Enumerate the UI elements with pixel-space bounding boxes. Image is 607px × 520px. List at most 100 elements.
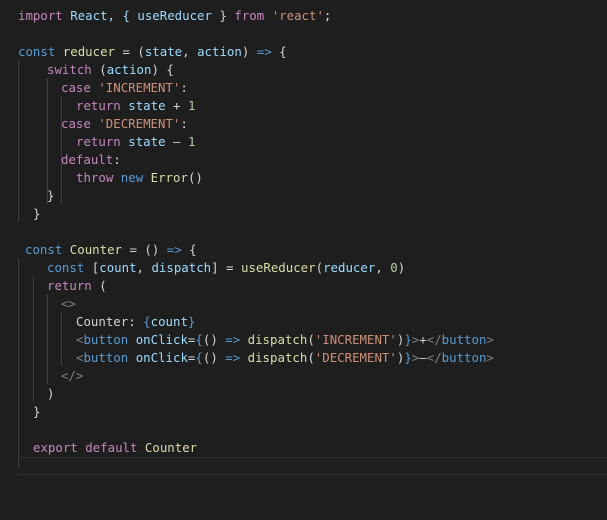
- code-line[interactable]: import React, { useReducer } from 'react…: [18, 7, 331, 25]
- code-token: ): [241, 44, 257, 59]
- code-token: export: [33, 440, 78, 455]
- code-token: }: [404, 332, 412, 347]
- code-line[interactable]: </>: [61, 367, 83, 385]
- code-token: button: [441, 350, 487, 365]
- code-token: 0: [390, 260, 398, 275]
- code-line[interactable]: const Counter = () => {: [25, 241, 197, 259]
- code-token: (: [91, 278, 107, 293]
- code-token: ): [47, 386, 55, 401]
- code-line[interactable]: return (: [47, 277, 107, 295]
- indent-guide: [18, 258, 19, 468]
- code-token: (): [187, 170, 203, 185]
- code-token: Counter: [144, 440, 198, 455]
- code-token: :: [180, 80, 188, 95]
- code-token: >: [486, 350, 494, 365]
- code-token: button: [83, 350, 129, 365]
- code-token: from: [234, 8, 265, 23]
- code-token: button: [83, 332, 129, 347]
- code-line[interactable]: ): [47, 385, 54, 403]
- code-line[interactable]: }: [47, 187, 54, 205]
- code-token: return: [76, 134, 121, 149]
- code-token: import: [18, 8, 63, 23]
- code-token: state: [128, 98, 166, 113]
- code-token: –: [165, 134, 188, 149]
- code-token: React, {: [62, 8, 138, 23]
- code-token: dispatch: [247, 350, 308, 365]
- code-token: ,: [375, 260, 391, 275]
- code-token: –: [419, 350, 427, 365]
- code-token: throw: [76, 170, 114, 185]
- indent-guide: [18, 60, 19, 222]
- code-token: 1: [187, 98, 196, 113]
- code-line[interactable]: <button onClick={() => dispatch('DECREME…: [76, 349, 494, 367]
- code-line[interactable]: case 'DECREMENT':: [61, 115, 188, 133]
- code-token: count: [150, 314, 188, 329]
- code-token: >: [486, 332, 494, 347]
- code-token: [: [84, 260, 100, 275]
- code-line[interactable]: default:: [61, 151, 121, 169]
- code-line[interactable]: switch (action) {: [47, 61, 174, 79]
- code-token: ): [397, 260, 406, 275]
- code-line[interactable]: const reducer = (state, action) => {: [18, 43, 287, 61]
- code-token: ) {: [151, 62, 174, 77]
- code-token: return: [76, 98, 121, 113]
- code-token: ,: [136, 260, 152, 275]
- code-line[interactable]: <button onClick={() => dispatch('INCREME…: [76, 331, 494, 349]
- code-token: useReducer: [137, 8, 212, 23]
- code-token: {: [181, 242, 197, 257]
- code-token: const: [25, 242, 63, 257]
- code-token: default: [85, 440, 138, 455]
- code-line[interactable]: Counter: {count}: [76, 313, 195, 331]
- code-line[interactable]: const [count, dispatch] = useReducer(red…: [47, 259, 405, 277]
- code-line[interactable]: throw new Error(): [76, 169, 203, 187]
- code-token: ] =: [211, 260, 241, 275]
- code-token: onClick: [135, 350, 188, 365]
- code-token: action: [197, 44, 242, 59]
- code-token: (: [307, 350, 315, 365]
- code-token: 'DECREMENT': [98, 116, 181, 131]
- code-line[interactable]: <>: [61, 295, 76, 313]
- code-token: case: [61, 80, 91, 95]
- code-editor[interactable]: import React, { useReducer } from 'react…: [0, 0, 607, 520]
- code-token: (: [315, 260, 324, 275]
- code-line[interactable]: return state – 1: [76, 133, 195, 151]
- code-token: count: [99, 260, 137, 275]
- code-line[interactable]: }: [33, 403, 40, 421]
- code-token: =>: [225, 332, 241, 347]
- code-token: button: [441, 332, 487, 347]
- code-token: 'INCREMENT': [98, 80, 181, 95]
- code-token: switch: [47, 62, 92, 77]
- code-token: ,: [182, 44, 198, 59]
- indent-guide: [47, 294, 48, 384]
- indent-guide: [61, 312, 62, 366]
- code-token: action: [106, 62, 152, 77]
- code-token: dispatch: [151, 260, 212, 275]
- code-line[interactable]: return state + 1: [76, 97, 195, 115]
- code-token: reducer: [323, 260, 376, 275]
- code-token: }: [33, 404, 41, 419]
- code-line[interactable]: export default Counter: [33, 439, 197, 457]
- code-token: case: [61, 116, 91, 131]
- code-token: ;: [323, 8, 332, 23]
- code-token: Counter: [69, 242, 122, 257]
- code-token: useReducer: [241, 260, 316, 275]
- code-token: +: [419, 332, 427, 347]
- code-token: <>: [61, 296, 76, 311]
- code-token: {: [195, 350, 203, 365]
- code-line[interactable]: }: [33, 205, 40, 223]
- code-token: (): [202, 350, 226, 365]
- code-token: Error: [150, 170, 188, 185]
- code-line[interactable]: case 'INCREMENT':: [61, 79, 188, 97]
- code-token: 'DECREMENT': [314, 350, 397, 365]
- code-token: }: [187, 314, 196, 329]
- code-token: </>: [61, 368, 84, 383]
- code-token: state: [144, 44, 183, 59]
